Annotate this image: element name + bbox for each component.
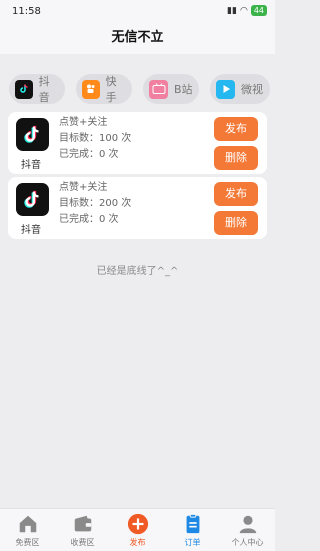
plus-icon: [127, 513, 149, 535]
platform-chip-label: 抖音: [38, 75, 50, 104]
platform-chip-kuaishou[interactable]: 快手: [76, 74, 132, 104]
order-task: 点赞+关注: [59, 117, 108, 128]
user-icon: [239, 515, 257, 534]
delete-button[interactable]: 删除: [214, 211, 258, 235]
order-target: 目标数：200 次: [59, 198, 132, 209]
tab-label: 订单: [184, 538, 201, 547]
platform-chip-label: B站: [174, 83, 193, 96]
publish-button[interactable]: 发布: [214, 117, 258, 141]
order-platform-label: 抖音: [21, 160, 41, 171]
weishi-icon: [216, 79, 235, 99]
douyin-icon: [16, 118, 49, 151]
end-of-list-text: 已经是底线了^_^: [96, 266, 179, 277]
order-info: 点赞+关注 目标数：100 次 已完成：0 次: [59, 115, 131, 163]
douyin-icon: [16, 183, 49, 216]
platform-chip-label: 快手: [105, 75, 117, 104]
status-bar: 11:58 ▮▮ ◠ 44: [0, 0, 275, 24]
platform-chip-bilibili[interactable]: B站: [143, 74, 199, 104]
publish-button[interactable]: 发布: [214, 182, 258, 206]
tab-orders[interactable]: 订单: [165, 509, 220, 551]
tab-label: 收费区: [70, 538, 95, 547]
order-task: 点赞+关注: [59, 182, 108, 193]
tab-label: 个人中心: [231, 538, 264, 547]
douyin-icon: [15, 79, 33, 99]
order-done: 已完成：0 次: [59, 149, 119, 160]
tab-paid[interactable]: 收费区: [55, 509, 110, 551]
status-icons: ▮▮ ◠ 44: [227, 5, 267, 16]
page-title: 无信不立: [111, 30, 164, 45]
bilibili-icon: [149, 79, 168, 99]
order-platform-label: 抖音: [21, 225, 41, 236]
order-card: 抖音 点赞+关注 目标数：100 次 已完成：0 次 发布 删除: [8, 112, 267, 174]
wifi-icon: ◠: [239, 5, 248, 16]
tab-publish[interactable]: 发布: [110, 509, 165, 551]
order-target: 目标数：100 次: [59, 133, 132, 144]
tab-bar: 免费区 收费区 发布 订单 个人中心: [0, 508, 275, 551]
order-card: 抖音 点赞+关注 目标数：200 次 已完成：0 次 发布 删除: [8, 177, 267, 239]
platform-filter: 抖音 快手 B站 微视: [0, 74, 275, 104]
signal-icon: ▮▮: [227, 5, 237, 16]
nav-bar: 无信不立: [0, 24, 275, 54]
platform-chip-label: 微视: [241, 83, 263, 96]
platform-chip-douyin[interactable]: 抖音: [9, 74, 65, 104]
order-icon: [186, 513, 200, 534]
battery-icon: 44: [250, 5, 267, 16]
tab-free[interactable]: 免费区: [0, 509, 55, 551]
delete-button[interactable]: 删除: [214, 146, 258, 170]
wallet-icon: [74, 515, 92, 532]
status-time: 11:58: [12, 6, 41, 17]
kuaishou-icon: [82, 79, 100, 99]
home-icon: [19, 515, 37, 533]
order-done: 已完成：0 次: [59, 214, 119, 225]
platform-chip-weishi[interactable]: 微视: [210, 74, 270, 104]
tab-label: 发布: [129, 538, 146, 547]
tab-profile[interactable]: 个人中心: [220, 509, 275, 551]
tab-label: 免费区: [15, 538, 40, 547]
order-info: 点赞+关注 目标数：200 次 已完成：0 次: [59, 180, 131, 228]
